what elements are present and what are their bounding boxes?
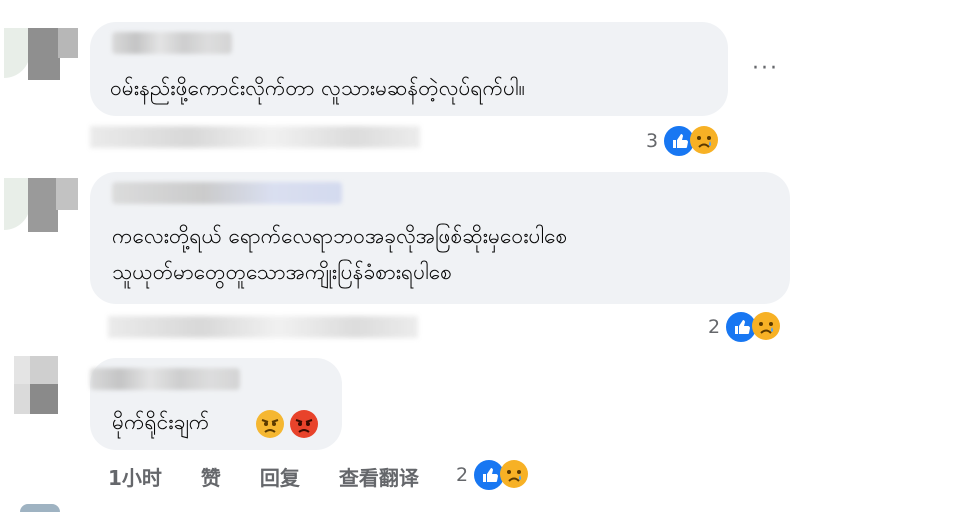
avatar[interactable] bbox=[0, 172, 80, 234]
comment-bubble: ဝမ်းနည်းဖို့ကောင်းလိုက်တာ လူသားမဆန်တဲ့လု… bbox=[90, 22, 728, 116]
comment-bubble: မိုက်ရိုင်းချက် bbox=[90, 358, 342, 450]
more-options-icon[interactable]: ··· bbox=[752, 56, 779, 81]
like-button[interactable]: 赞 bbox=[201, 466, 221, 490]
author-name-redacted bbox=[112, 182, 342, 204]
comment-text: မိုက်ရိုင်းချက် bbox=[112, 410, 210, 434]
reaction-summary[interactable]: 2 bbox=[708, 310, 788, 344]
sad-icon bbox=[752, 312, 780, 340]
translate-button[interactable]: 查看翻译 bbox=[339, 466, 419, 490]
reaction-summary[interactable]: 3 bbox=[646, 124, 726, 158]
author-name-redacted bbox=[112, 32, 232, 54]
reaction-count: 2 bbox=[708, 316, 721, 338]
comment-actions: 1小时 赞 回复 查看翻译 bbox=[108, 462, 451, 491]
author-name-redacted bbox=[90, 368, 240, 390]
comment-text-line: သူယုတ်မာတွေတူသောအကျိုးပြန်ခံစားရပါစေ bbox=[112, 260, 452, 284]
reply-button[interactable]: 回复 bbox=[260, 466, 300, 490]
sad-icon bbox=[690, 126, 718, 154]
reaction-count: 3 bbox=[646, 130, 659, 152]
reaction-summary[interactable]: 2 bbox=[456, 458, 536, 492]
avatar[interactable] bbox=[20, 504, 60, 512]
avatar[interactable] bbox=[0, 22, 80, 82]
angry-face-icon bbox=[256, 410, 284, 438]
sad-icon bbox=[500, 460, 528, 488]
comment-time[interactable]: 1小时 bbox=[108, 466, 162, 490]
reaction-count: 2 bbox=[456, 464, 469, 486]
comment-actions-redacted bbox=[90, 126, 420, 148]
comment-text-line: ကလေးတို့ရယ် ရောက်လေရာဘဝအခုလိုအဖြစ်ဆိုးမှ… bbox=[112, 224, 568, 248]
pouting-face-icon bbox=[290, 410, 318, 438]
comment-bubble: ကလေးတို့ရယ် ရောက်လေရာဘဝအခုလိုအဖြစ်ဆိုးမှ… bbox=[90, 172, 790, 304]
comment-text: ဝမ်းနည်းဖို့ကောင်းလိုက်တာ လူသားမဆန်တဲ့လု… bbox=[110, 76, 525, 100]
comment-actions-redacted bbox=[108, 316, 418, 338]
avatar[interactable] bbox=[0, 354, 80, 414]
